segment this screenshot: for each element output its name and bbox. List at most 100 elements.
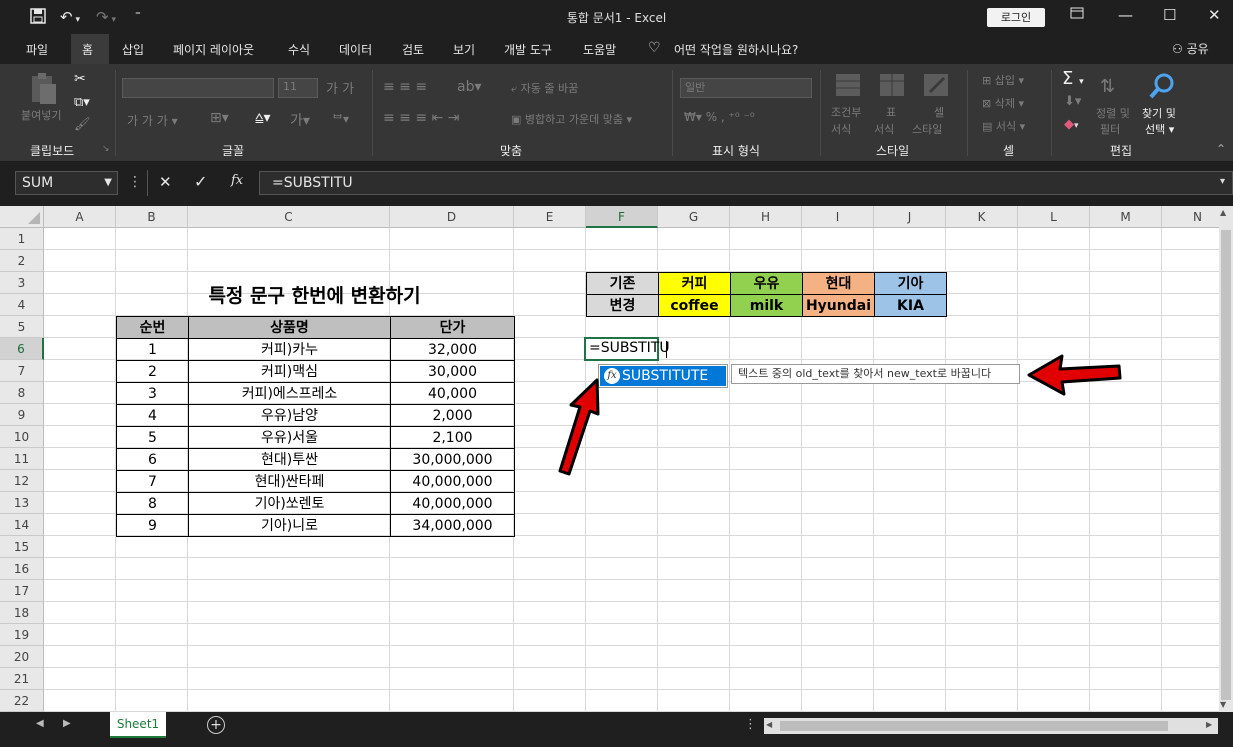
column-header-D[interactable]: D <box>390 206 514 228</box>
column-header-F[interactable]: F <box>586 206 658 228</box>
row-header-20[interactable]: 20 <box>0 646 44 668</box>
column-header-N[interactable]: N <box>1162 206 1219 228</box>
table-cell[interactable]: 40,000,000 <box>390 492 515 515</box>
maximize-icon[interactable]: ☐ <box>1163 6 1176 24</box>
tab-review[interactable]: 검토 <box>402 41 424 58</box>
column-header-I[interactable]: I <box>802 206 874 228</box>
table-cell[interactable]: 34,000,000 <box>390 514 515 537</box>
table-cell[interactable]: 기아)쏘렌토 <box>188 492 391 515</box>
column-header-A[interactable]: A <box>44 206 116 228</box>
mapping-cell[interactable]: 우유 <box>730 272 803 295</box>
table-cell[interactable]: 기아)니로 <box>188 514 391 537</box>
close-icon[interactable]: ✕ <box>1208 6 1221 24</box>
format-painter-icon[interactable]: 🖌 <box>74 117 91 132</box>
copy-icon[interactable]: ⧉▾ <box>74 95 90 110</box>
table-cell[interactable]: 4 <box>116 404 189 427</box>
format-table-icon[interactable] <box>878 72 908 100</box>
table-cell[interactable]: 현대)싼타페 <box>188 470 391 493</box>
column-header-J[interactable]: J <box>874 206 946 228</box>
column-header-H[interactable]: H <box>730 206 802 228</box>
mapping-cell[interactable]: KIA <box>874 294 947 317</box>
vertical-scrollbar[interactable]: ▲ ▼ <box>1219 206 1233 712</box>
vertical-scroll-thumb[interactable] <box>1221 230 1231 700</box>
table-cell[interactable]: 2,000 <box>390 404 515 427</box>
column-header-E[interactable]: E <box>514 206 586 228</box>
table-cell[interactable]: 2 <box>116 360 189 383</box>
table-header-cell[interactable]: 순번 <box>116 316 189 339</box>
sheet-tab-sheet1[interactable]: Sheet1 <box>110 712 166 738</box>
mapping-cell[interactable]: 기아 <box>874 272 947 295</box>
horizontal-scroll-thumb[interactable] <box>780 721 1168 731</box>
table-cell[interactable]: 40,000,000 <box>390 470 515 493</box>
fill-color-icon[interactable]: ⩠▾ <box>255 110 271 126</box>
row-header-12[interactable]: 12 <box>0 470 44 492</box>
scroll-up-icon[interactable]: ▲ <box>1220 208 1226 217</box>
tab-data[interactable]: 데이터 <box>339 41 372 58</box>
cellstyle-label[interactable]: 셀 <box>934 104 944 120</box>
insert-cells-button[interactable]: ⊞ 삽입 ▾ <box>982 72 1024 88</box>
table-cell[interactable]: 7 <box>116 470 189 493</box>
row-header-7[interactable]: 7 <box>0 360 44 382</box>
row-header-11[interactable]: 11 <box>0 448 44 470</box>
paste-label[interactable]: 붙여넣기 <box>21 107 61 123</box>
number-format-box[interactable]: 일반 <box>680 78 812 98</box>
column-header-G[interactable]: G <box>658 206 730 228</box>
conditional-label[interactable]: 조건부 <box>831 104 861 120</box>
row-header-9[interactable]: 9 <box>0 404 44 426</box>
row-header-16[interactable]: 16 <box>0 558 44 580</box>
format-cells-button[interactable]: ▤ 서식 ▾ <box>982 118 1025 134</box>
column-header-M[interactable]: M <box>1090 206 1162 228</box>
next-sheet-icon[interactable]: ▶ <box>63 718 71 729</box>
row-header-21[interactable]: 21 <box>0 668 44 690</box>
table-header-cell[interactable]: 단가 <box>390 316 515 339</box>
table-cell[interactable]: 30,000 <box>390 360 515 383</box>
table-header-cell[interactable]: 상품명 <box>188 316 391 339</box>
scroll-right-icon[interactable]: ▶ <box>1206 720 1212 729</box>
sortfilter-label2[interactable]: 필터 <box>1100 121 1120 137</box>
row-header-5[interactable]: 5 <box>0 316 44 338</box>
table-cell[interactable]: 9 <box>116 514 189 537</box>
table-cell[interactable]: 2,100 <box>390 426 515 449</box>
table-label[interactable]: 표 <box>886 104 896 120</box>
row-header-22[interactable]: 22 <box>0 690 44 712</box>
table-cell[interactable]: 우유)서울 <box>188 426 391 449</box>
font-size-box[interactable]: 11 <box>278 78 318 98</box>
mapping-cell[interactable]: 커피 <box>658 272 731 295</box>
formula-input[interactable]: =SUBSTITU <box>259 171 1233 195</box>
row-header-8[interactable]: 8 <box>0 382 44 404</box>
active-cell[interactable]: =SUBSTITU <box>584 337 670 361</box>
font-color-icon[interactable]: 가▾ <box>290 110 310 130</box>
autocomplete-item[interactable]: fx SUBSTITUTE <box>600 366 726 386</box>
mapping-cell[interactable]: 변경 <box>586 294 659 317</box>
mapping-cell[interactable]: Hyundai <box>802 294 875 317</box>
align-left-icons[interactable]: ≡ ≡ ≡ ⇤ ⇥ <box>383 110 459 126</box>
clear-icon[interactable]: ◆▾ <box>1064 117 1079 132</box>
table-cell[interactable]: 8 <box>116 492 189 515</box>
row-header-2[interactable]: 2 <box>0 250 44 272</box>
table-cell[interactable]: 현대)투싼 <box>188 448 391 471</box>
prev-sheet-icon[interactable]: ◀ <box>36 718 44 729</box>
enter-entry-icon[interactable]: ✓ <box>194 172 207 191</box>
ribbon-display-icon[interactable] <box>1070 6 1084 24</box>
tab-file[interactable]: 파일 <box>26 41 48 58</box>
table-cell[interactable]: 30,000,000 <box>390 448 515 471</box>
horizontal-scrollbar[interactable]: ◀ ▶ <box>764 718 1218 734</box>
row-header-18[interactable]: 18 <box>0 602 44 624</box>
cell-style-icon[interactable] <box>922 72 952 100</box>
collapse-ribbon-icon[interactable]: ⌃ <box>1216 142 1226 156</box>
orientation-icon[interactable]: ab▾ <box>457 79 482 95</box>
tab-developer[interactable]: 개발 도구 <box>504 41 552 58</box>
cellstyle-label2[interactable]: 스타일 <box>912 121 942 137</box>
row-header-4[interactable]: 4 <box>0 294 44 316</box>
sortfilter-label[interactable]: 정렬 및 <box>1096 105 1130 121</box>
mapping-cell[interactable]: milk <box>730 294 803 317</box>
table-label2[interactable]: 서식 <box>874 121 894 137</box>
table-cell[interactable]: 40,000 <box>390 382 515 405</box>
table-cell[interactable]: 커피)에스프레소 <box>188 382 391 405</box>
table-cell[interactable]: 6 <box>116 448 189 471</box>
mapping-cell[interactable]: 현대 <box>802 272 875 295</box>
login-button[interactable]: 로그인 <box>987 8 1045 27</box>
number-format-icons[interactable]: ₩▾ % , ⁺⁰ ⁻⁰ <box>684 110 755 124</box>
name-box[interactable]: SUM ▼ <box>15 171 118 195</box>
redo-icon[interactable]: ↷ ▾ <box>96 8 116 26</box>
